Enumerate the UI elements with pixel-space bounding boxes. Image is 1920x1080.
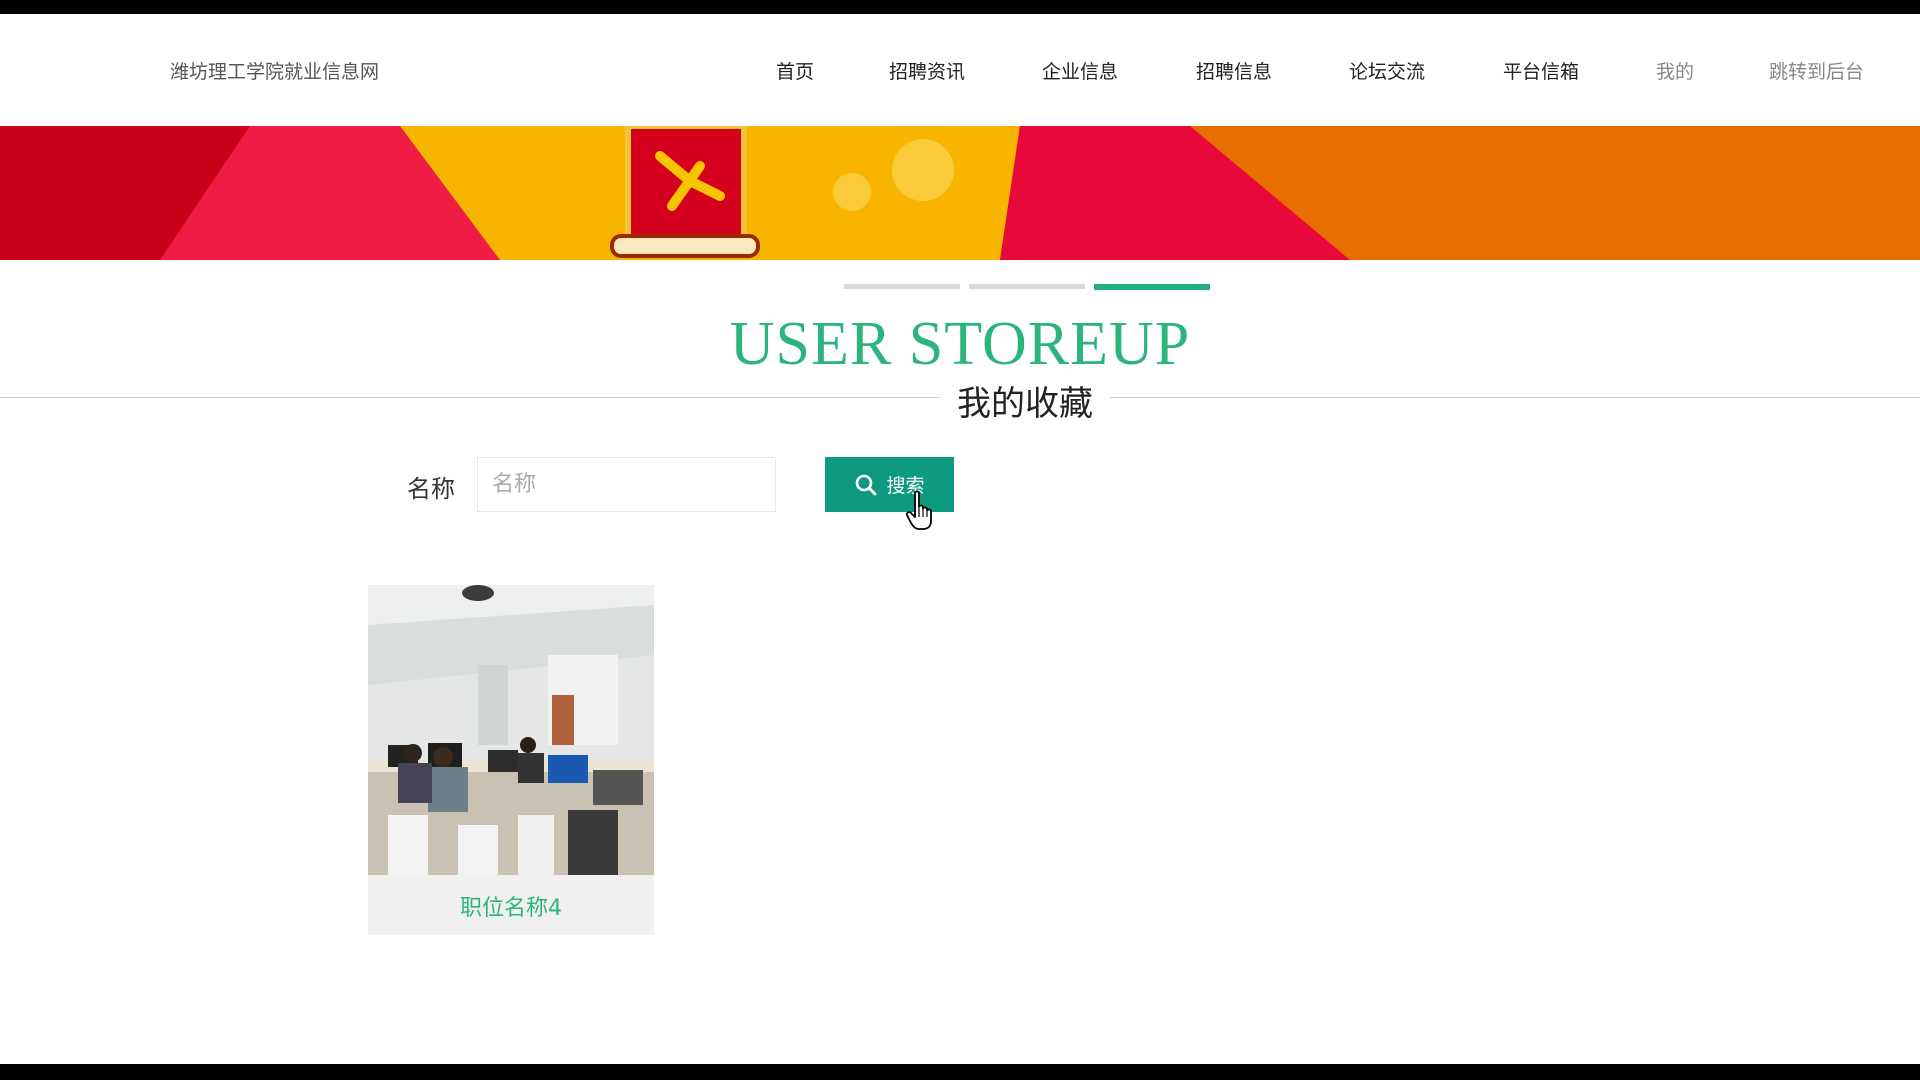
section-title-cn: 我的收藏: [940, 376, 1110, 425]
favorite-card[interactable]: 职位名称4: [368, 585, 654, 935]
section-title-en: USER STOREUP: [729, 310, 1191, 378]
nav-company-info[interactable]: 企业信息: [1042, 57, 1118, 84]
favorite-title[interactable]: 职位名称4: [368, 890, 654, 922]
nav-admin[interactable]: 跳转到后台: [1769, 57, 1864, 84]
nav-recruit-news[interactable]: 招聘资讯: [889, 57, 965, 84]
nav-home[interactable]: 首页: [776, 57, 814, 84]
banner-image: [0, 126, 1920, 260]
carousel-indicators: [0, 284, 1920, 290]
search-icon: [854, 473, 878, 497]
carousel-dot-3[interactable]: [1094, 284, 1210, 290]
nav-mailbox[interactable]: 平台信箱: [1503, 57, 1579, 84]
carousel-dot-2[interactable]: [969, 284, 1085, 289]
hand-pointer-cursor-icon: [905, 490, 936, 535]
nav-forum[interactable]: 论坛交流: [1349, 57, 1425, 84]
search-input[interactable]: [477, 457, 776, 512]
banner-carousel[interactable]: [0, 126, 1920, 260]
nav-recruit-info[interactable]: 招聘信息: [1196, 57, 1272, 84]
job-photo: [368, 585, 654, 875]
search-label: 名称: [407, 475, 455, 503]
browser-viewport: 潍坊理工学院就业信息网 首页 招聘资讯 企业信息 招聘信息 论坛交流 平台信箱 …: [0, 14, 1920, 1064]
main-nav: 首页 招聘资讯 企业信息 招聘信息 论坛交流 平台信箱 我的 跳转到后台: [0, 57, 1920, 87]
nav-mine[interactable]: 我的: [1656, 57, 1694, 84]
footer-partial-heading: [820, 1050, 1260, 1064]
carousel-dot-1[interactable]: [844, 284, 960, 289]
site-header: 潍坊理工学院就业信息网 首页 招聘资讯 企业信息 招聘信息 论坛交流 平台信箱 …: [0, 14, 1920, 126]
